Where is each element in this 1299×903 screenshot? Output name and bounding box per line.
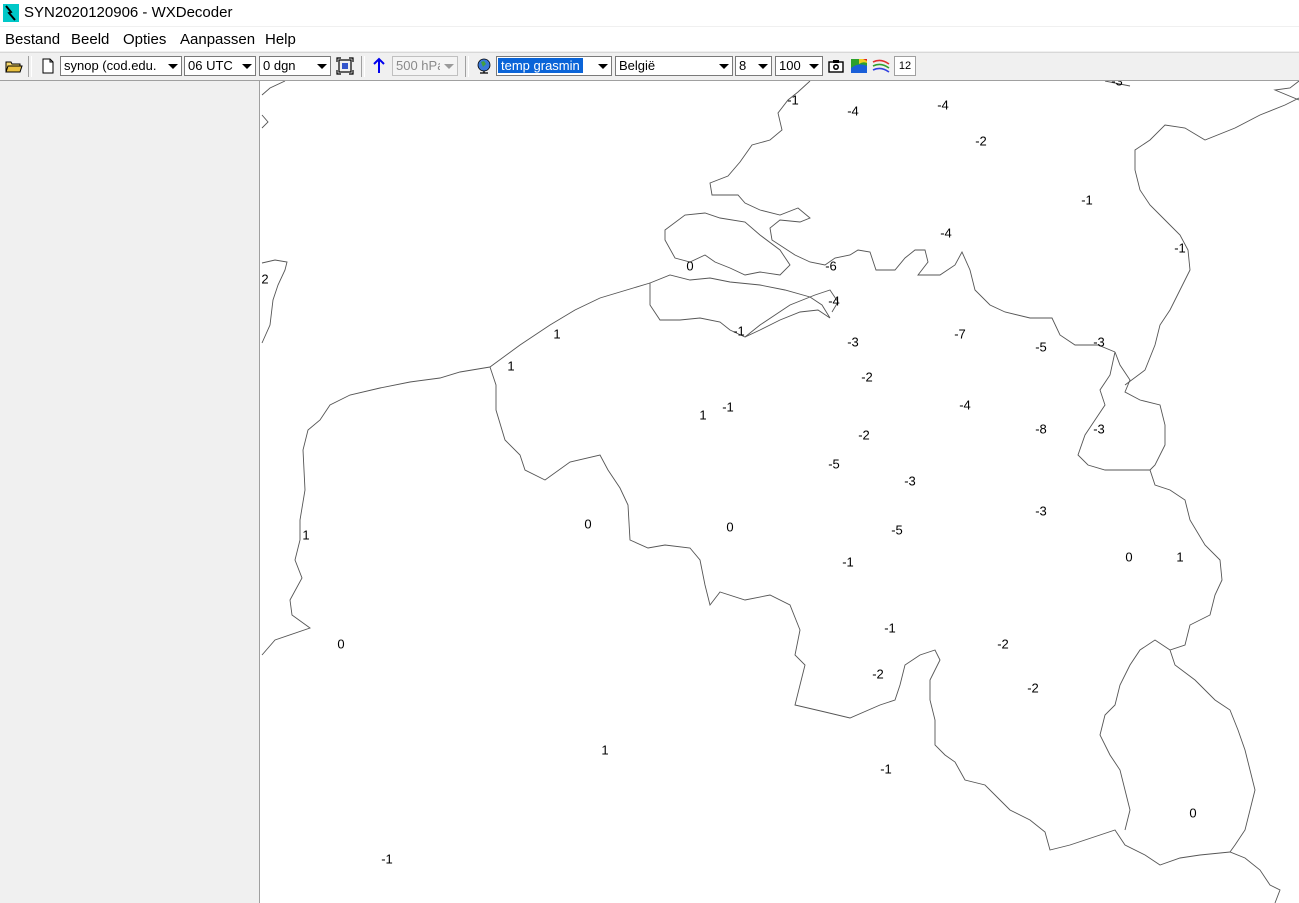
days-select[interactable]: 0 dgn: [259, 56, 331, 76]
source-select[interactable]: synop (cod.edu.: [60, 56, 182, 76]
toolbar-separator: [361, 56, 365, 77]
window-title: SYN2020120906 - WXDecoder: [24, 4, 233, 21]
station-value: -4: [937, 97, 949, 113]
menu-aanpassen[interactable]: Aanpassen: [180, 31, 255, 48]
station-value: 1: [699, 407, 707, 423]
scale-select-value: 100: [779, 58, 801, 73]
level-select-value: 500 hPa: [396, 58, 445, 73]
station-value: -2: [997, 636, 1009, 652]
menu-bar: Bestand Beeld Opties Aanpassen Help: [0, 27, 1299, 51]
region-select[interactable]: België: [615, 56, 733, 76]
globe-icon[interactable]: [474, 56, 494, 76]
station-value: -1: [1174, 240, 1186, 256]
station-value: -1: [1081, 192, 1093, 208]
station-value: 1: [601, 742, 609, 758]
parameter-select-value-wrap: temp grasmin: [498, 57, 583, 75]
toolbar: synop (cod.edu. 06 UTC 0 dgn 500 hPa tem…: [0, 52, 1299, 81]
parameter-select-value: temp grasmin: [498, 58, 583, 73]
station-value: 0: [584, 516, 592, 532]
station-value: -7: [954, 326, 966, 342]
station-value: -4: [940, 225, 952, 241]
chevron-down-icon: [164, 57, 181, 75]
scale-select[interactable]: 100: [775, 56, 823, 76]
station-value: -2: [858, 427, 870, 443]
app-icon: [3, 4, 19, 22]
isolines-icon[interactable]: [871, 56, 891, 76]
arrow-up-icon[interactable]: [369, 56, 389, 76]
country-borders: [261, 81, 1299, 903]
station-value: -1: [842, 554, 854, 570]
title-bar: SYN2020120906 - WXDecoder: [0, 0, 1299, 26]
station-value: 0: [726, 519, 734, 535]
station-value: -5: [1035, 339, 1047, 355]
fit-frame-icon[interactable]: [335, 56, 355, 76]
station-value: -4: [828, 293, 840, 309]
station-value: 2: [261, 271, 269, 287]
station-value: -5: [891, 522, 903, 538]
chevron-down-icon: [594, 57, 611, 75]
region-select-value: België: [619, 58, 656, 73]
station-value: -3: [904, 473, 916, 489]
menu-bestand[interactable]: Bestand: [5, 31, 60, 48]
days-select-value: 0 dgn: [263, 58, 296, 73]
new-file-icon[interactable]: [38, 56, 58, 76]
station-value: 0: [1189, 805, 1197, 821]
station-value: 1: [553, 326, 561, 342]
level-select: 500 hPa: [392, 56, 458, 76]
station-value: -3: [1111, 81, 1123, 89]
station-value: -8: [1035, 421, 1047, 437]
chevron-down-icon: [805, 57, 822, 75]
station-value: -3: [847, 334, 859, 350]
chevron-down-icon: [313, 57, 330, 75]
station-value: -2: [861, 369, 873, 385]
source-select-value: synop (cod.edu.: [64, 58, 157, 73]
chevron-down-icon: [754, 57, 771, 75]
station-value: -5: [828, 456, 840, 472]
menu-opties[interactable]: Opties: [123, 31, 166, 48]
map-canvas[interactable]: -3 -1 -4 -4 -2 -1 -4 -1 2 0 -6 -4 1 -1 -3 -7 -5 -3 1 -2 1 -1 -…: [260, 81, 1299, 903]
fontsize-select[interactable]: 8: [735, 56, 772, 76]
side-panel: [0, 81, 260, 903]
parameter-select[interactable]: temp grasmin: [496, 56, 612, 76]
open-folder-icon[interactable]: [4, 56, 24, 76]
station-value: 0: [1125, 549, 1133, 565]
station-value: -4: [847, 103, 859, 119]
station-value: -1: [733, 323, 745, 339]
station-value: -4: [959, 397, 971, 413]
menu-help[interactable]: Help: [265, 31, 296, 48]
chevron-down-icon: [715, 57, 732, 75]
toolbar-separator: [465, 56, 469, 77]
hour-select[interactable]: 06 UTC: [184, 56, 256, 76]
station-value: -3: [1035, 503, 1047, 519]
station-value: -1: [381, 851, 393, 867]
fontsize-select-value: 8: [739, 58, 747, 73]
chevron-down-icon: [238, 57, 255, 75]
station-value: -1: [722, 399, 734, 415]
station-value: 0: [337, 636, 345, 652]
station-value: -2: [872, 666, 884, 682]
station-value: 0: [686, 258, 694, 274]
station-value: -3: [1093, 334, 1105, 350]
station-value: -2: [975, 133, 987, 149]
station-value: 1: [507, 358, 515, 374]
station-value: -2: [1027, 680, 1039, 696]
camera-icon[interactable]: [826, 56, 846, 76]
chevron-down-icon: [440, 57, 457, 75]
count-badge[interactable]: 12: [894, 56, 916, 76]
station-value: -1: [884, 620, 896, 636]
menu-beeld[interactable]: Beeld: [71, 31, 109, 48]
station-value: 1: [302, 527, 310, 543]
station-value: -3: [1093, 421, 1105, 437]
station-value: -6: [825, 258, 837, 274]
hour-select-value: 06 UTC: [188, 58, 233, 73]
toolbar-separator: [28, 56, 32, 77]
colormap-icon[interactable]: [849, 56, 869, 76]
station-value: -1: [880, 761, 892, 777]
station-value: -1: [787, 92, 799, 108]
station-value: 1: [1176, 549, 1184, 565]
